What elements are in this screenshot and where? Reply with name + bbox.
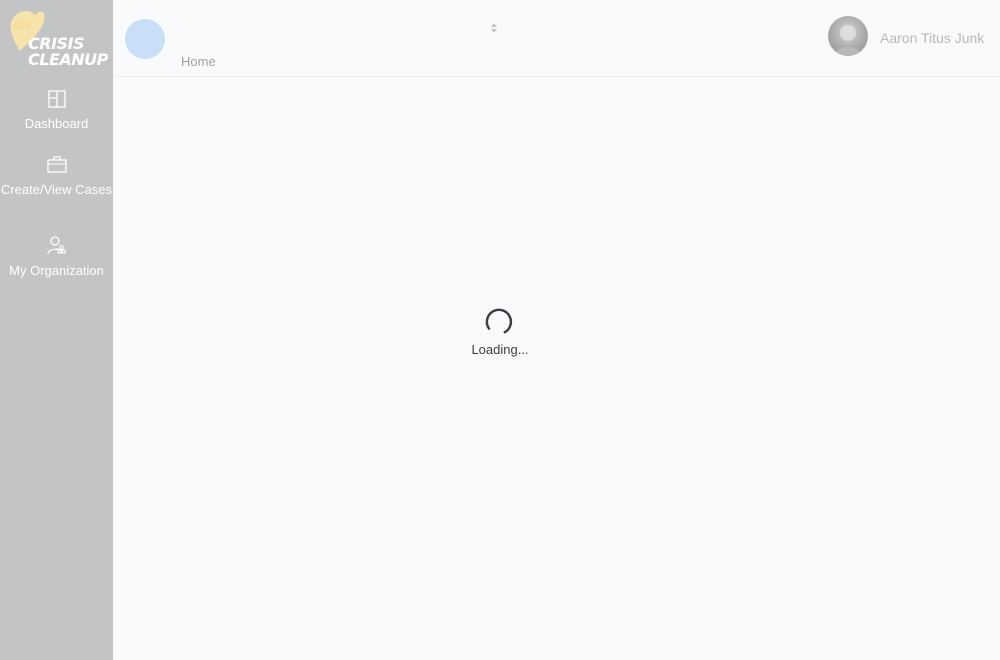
briefcase-icon xyxy=(46,156,67,173)
sidebar-item-label: Dashboard xyxy=(24,116,89,131)
incident-icon[interactable] xyxy=(125,19,165,59)
crisis-cleanup-logo[interactable]: CCU CRISIS CLEANUP xyxy=(6,3,108,71)
breadcrumb[interactable]: Home xyxy=(181,54,216,69)
organization-icon xyxy=(46,236,65,255)
dashboard-icon xyxy=(47,90,66,108)
spinner-icon xyxy=(485,308,513,334)
user-name[interactable]: Aaron Titus Junk xyxy=(880,30,984,46)
sidebar-item-organization[interactable]: My Organization xyxy=(0,235,113,278)
sidebar: CCU CRISIS CLEANUP Dashboard Create/View… xyxy=(0,0,113,660)
sidebar-item-cases[interactable]: Create/View Cases xyxy=(0,154,113,197)
top-header: Home Aaron Titus Junk xyxy=(113,0,1000,77)
logo-text: CRISIS CLEANUP xyxy=(28,34,108,69)
user-photo-icon xyxy=(834,25,862,56)
sidebar-item-label: My Organization xyxy=(9,263,104,278)
loading-text: Loading... xyxy=(471,342,529,357)
sidebar-item-dashboard[interactable]: Dashboard xyxy=(0,88,113,131)
sort-arrows-icon[interactable] xyxy=(489,21,499,35)
sidebar-item-label: Create/View Cases xyxy=(0,182,113,197)
svg-text:CCU: CCU xyxy=(14,21,31,30)
app-root: CCU CRISIS CLEANUP Dashboard Create/View… xyxy=(0,0,1000,660)
loading-indicator: Loading... xyxy=(440,306,560,357)
avatar[interactable] xyxy=(828,16,868,56)
